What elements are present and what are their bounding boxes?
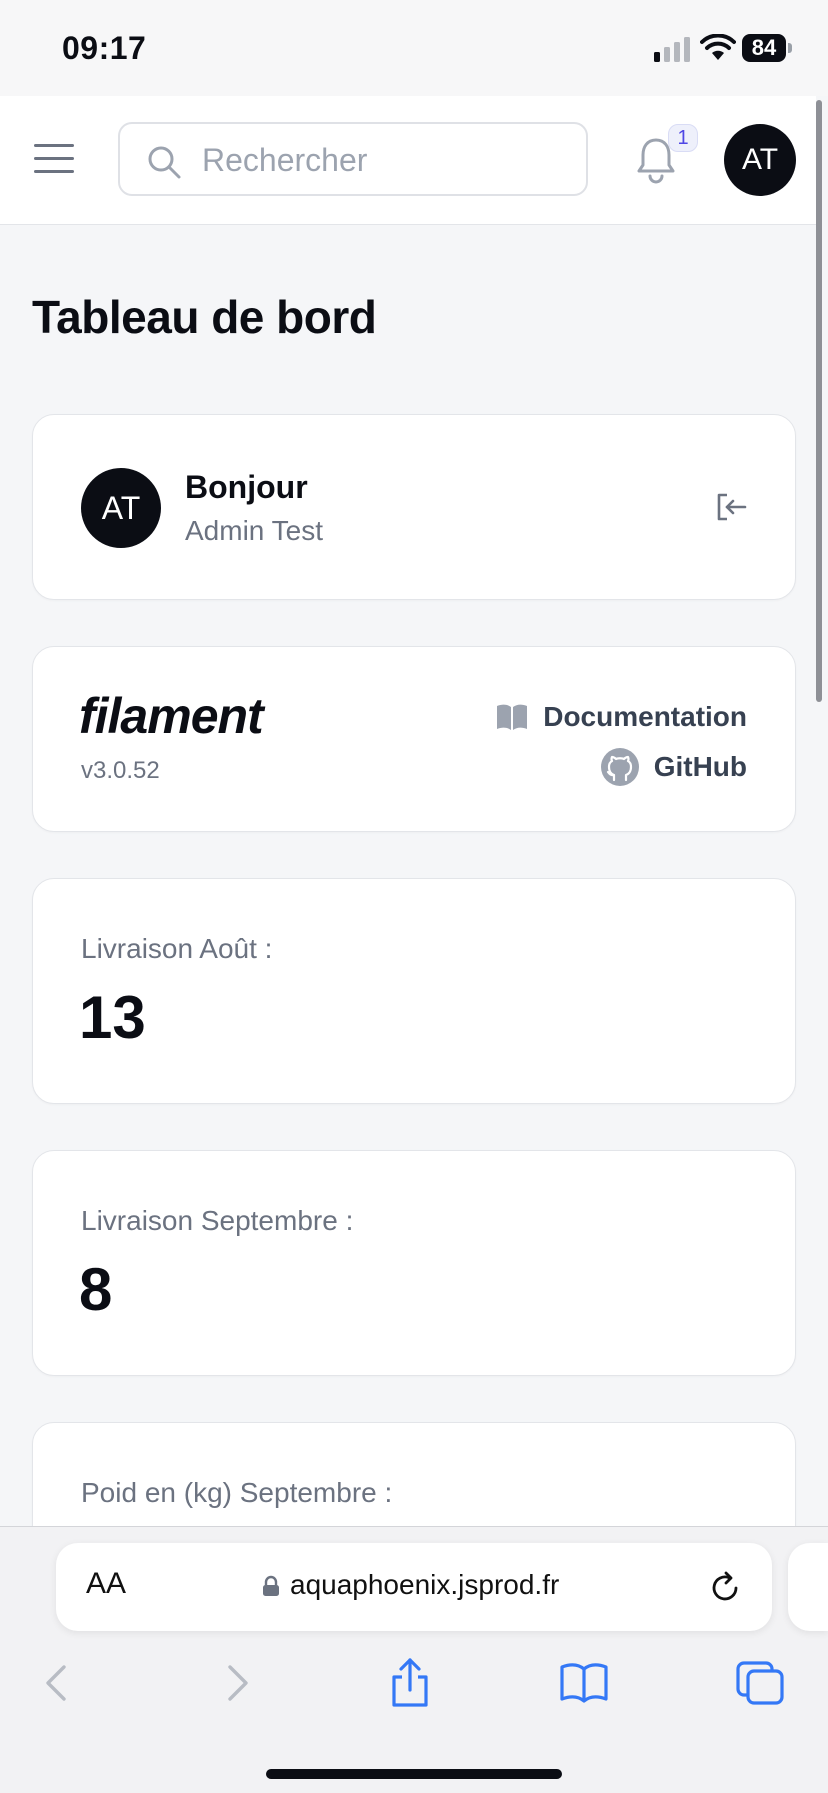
documentation-label: Documentation [543,701,747,732]
reload-icon[interactable] [708,1571,742,1605]
share-icon[interactable] [384,1657,436,1709]
scrollbar[interactable] [816,100,822,702]
account-widget: AT Bonjour Admin Test [32,414,796,600]
search-box[interactable] [118,122,588,196]
logout-icon[interactable] [713,489,749,525]
greeting-text: Bonjour [185,469,308,505]
wifi-icon [700,34,736,60]
stat-value: 8 [79,1256,113,1323]
filament-info-widget: filament v3.0.52 Documentation GitHub [32,646,796,832]
user-name: Admin Test [185,515,323,546]
tabs-icon[interactable] [734,1657,786,1709]
next-tab-preview[interactable] [788,1543,828,1631]
browser-toolbar: AA aquaphoenix.jsprod.fr [0,1526,828,1793]
forward-icon[interactable] [210,1657,262,1709]
url-text: aquaphoenix.jsprod.fr [290,1569,560,1600]
status-bar: 09:17 84 [0,0,828,96]
battery-level: 84 [751,35,777,60]
avatar: AT [81,468,161,548]
app-topbar: 1 AT [0,96,816,225]
search-input[interactable] [200,136,564,184]
stat-card: Livraison Septembre : 8 [32,1150,796,1376]
cellular-signal-icon [654,37,690,62]
stat-label: Livraison Août : [81,933,273,964]
address-bar[interactable]: AA aquaphoenix.jsprod.fr [56,1543,772,1631]
documentation-link[interactable]: Documentation [495,699,747,735]
text-size-button[interactable]: AA [86,1567,126,1601]
stat-label: Livraison Septembre : [81,1205,354,1236]
notification-badge: 1 [668,124,698,152]
filament-logo: filament [79,688,264,744]
status-time: 09:17 [62,30,147,66]
search-icon [148,146,181,179]
back-icon[interactable] [32,1657,84,1709]
bookmarks-icon[interactable] [558,1657,610,1709]
battery-icon: 84 [742,34,794,62]
github-link[interactable]: GitHub [600,747,747,787]
stat-value: 13 [79,984,146,1051]
book-open-icon [497,704,528,730]
lock-icon [263,1575,279,1596]
home-indicator [266,1769,562,1779]
github-label: GitHub [653,751,747,782]
user-avatar[interactable]: AT [724,124,796,196]
github-icon [600,748,639,786]
stat-label: Poid en (kg) Septembre : [81,1477,393,1508]
menu-icon[interactable] [34,144,74,174]
page-title: Tableau de bord [32,291,377,343]
stat-card: Livraison Août : 13 [32,878,796,1104]
version-text: v3.0.52 [81,757,160,784]
